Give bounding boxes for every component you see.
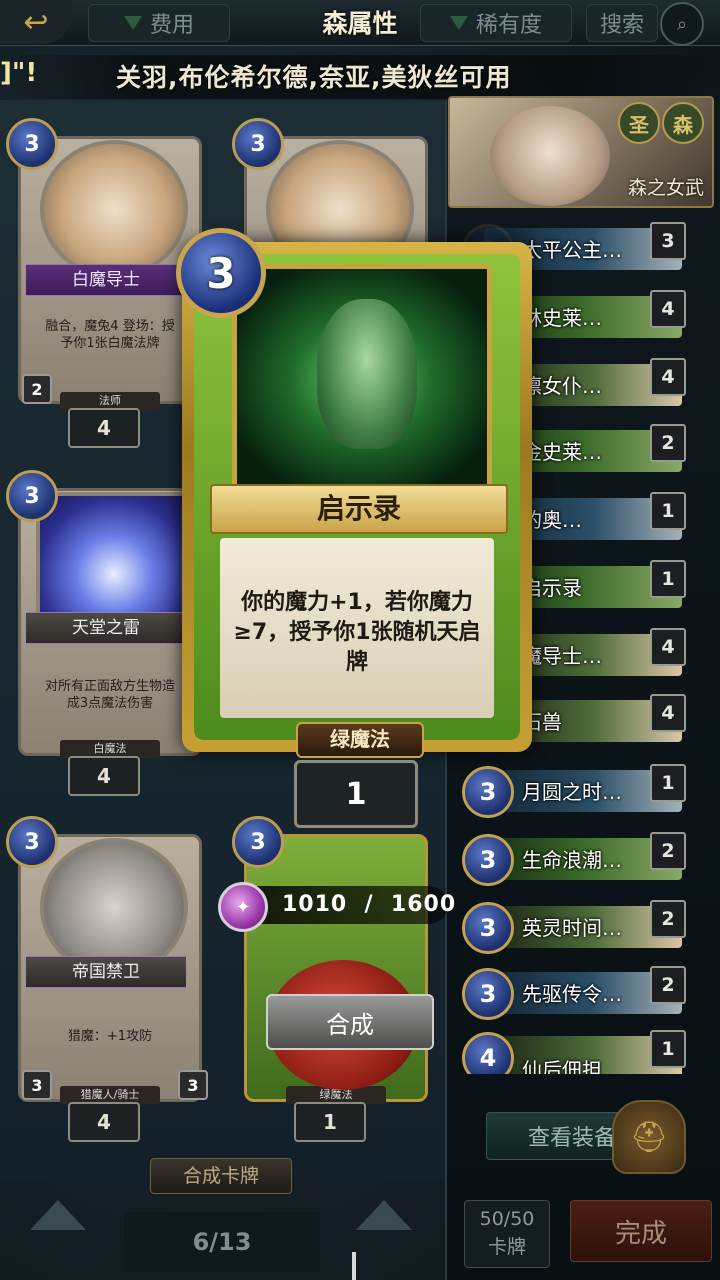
deck-item-count: 2 — [650, 832, 686, 870]
deck-item-cost: 3 — [462, 968, 514, 1020]
deck-item-count: 2 — [650, 900, 686, 938]
card-health: 3 — [178, 1070, 208, 1100]
deck-item[interactable]: 3 生命浪潮… 2 — [462, 832, 686, 886]
card-cost: 3 — [6, 470, 58, 522]
card-owned-count: 4 — [68, 756, 140, 796]
deck-item-count: 3 — [650, 222, 686, 260]
card-imperial-guard[interactable]: 帝国禁卫 猎魔：+1攻防 猎魔人/骑士 3 3 3 — [6, 816, 208, 1106]
search-label: 搜索 — [599, 13, 644, 38]
card-description: 你的魔力+1，若你魔力≥7，授予你1张随机天启牌 — [233, 590, 481, 675]
card-name: 天堂之雷 — [26, 612, 186, 644]
back-button[interactable]: ↩ — [0, 0, 72, 44]
helmet-icon[interactable]: ⛑ — [612, 1100, 686, 1174]
card-cost: 3 — [232, 816, 284, 868]
card-art — [40, 140, 188, 278]
card-text: 融合，魔兔4 登场：授予你1张白魔法牌 — [45, 319, 175, 351]
next-page-icon[interactable] — [356, 1200, 412, 1230]
deck-count-box: 50/50 卡牌 — [464, 1200, 550, 1268]
card-owned-count: 4 — [68, 408, 140, 448]
card-cost: 3 — [6, 816, 58, 868]
card-art — [232, 264, 492, 494]
deck-item-count: 4 — [650, 290, 686, 328]
deck-count: 50/50 — [479, 1208, 535, 1230]
deck-item-count: 2 — [650, 424, 686, 462]
deck-item-cost: 3 — [462, 766, 514, 818]
dust-amount: 1010 / 1600 — [282, 892, 457, 917]
craft-cards-tab[interactable]: 合成卡牌 — [150, 1158, 292, 1194]
search-icon[interactable]: ⌕ — [660, 2, 704, 46]
card-name: 白魔导士 — [26, 264, 186, 296]
deck-item-count: 4 — [650, 694, 686, 732]
deck-item-name: 月圆之时… — [522, 780, 622, 804]
card-name: 帝国禁卫 — [26, 956, 186, 988]
deck-item[interactable]: 3 先驱传令… 2 — [462, 966, 686, 1020]
card-attack: 2 — [22, 374, 52, 404]
cost-filter-label: 费用 — [149, 13, 194, 38]
deck-item[interactable]: 3 月圆之时… 1 — [462, 764, 686, 818]
card-text: 对所有正面敌方生物造成3点魔法伤害 — [44, 679, 175, 711]
deck-item-count: 1 — [650, 1030, 686, 1068]
deck-item-name: 仙后佃担 — [522, 1058, 602, 1074]
dust-gem-icon: ✦ — [218, 882, 268, 932]
card-text: 猎魔：+1攻防 — [67, 1029, 153, 1044]
top-bar: ↩ 费用 森属性 稀有度 搜索 ⌕ — [0, 0, 720, 46]
dropdown-triangle-icon — [449, 16, 468, 30]
deck-item-count: 4 — [650, 628, 686, 666]
card-attack: 3 — [22, 1070, 52, 1100]
deck-item[interactable]: 3 英灵时间… 2 — [462, 900, 686, 954]
search-button[interactable]: 搜索 — [586, 4, 658, 42]
page-indicator: 6/13 — [124, 1212, 320, 1272]
card-owned-count: 1 — [294, 760, 418, 828]
card-name: 启示录 — [210, 484, 508, 534]
back-arrow-icon: ↩ — [23, 4, 49, 40]
card-heaven-thunder[interactable]: 天堂之雷 对所有正面敌方生物造成3点魔法伤害 白魔法 3 — [6, 470, 202, 760]
hero-name: 森之女武 — [627, 177, 704, 199]
element-forest-icon: 森 — [662, 102, 704, 144]
prev-page-icon[interactable] — [30, 1200, 86, 1230]
notice-prefix: ]"! — [0, 58, 38, 88]
card-white-mage[interactable]: 白魔导士 融合，魔兔4 登场：授予你1张白魔法牌 法师 2 3 — [6, 118, 202, 410]
deck-item[interactable]: 4 仙后佃担 1 — [462, 1030, 686, 1074]
card-art — [36, 492, 192, 630]
deck-item-count: 1 — [650, 492, 686, 530]
done-button[interactable]: 完成 — [570, 1200, 712, 1262]
hero-portrait[interactable]: 圣 森 森之女武 — [448, 96, 714, 208]
card-type: 绿魔法 — [296, 722, 424, 758]
deck-item-name: 先驱传令… — [522, 982, 622, 1006]
deck-item-cost: 3 — [462, 902, 514, 954]
card-detail-apocalypse[interactable]: 启示录 你的魔力+1，若你魔力≥7，授予你1张随机天启牌 绿魔法 3 — [176, 228, 538, 758]
deck-item-count: 4 — [650, 358, 686, 396]
craft-button[interactable]: 合成 — [266, 994, 434, 1050]
notice-text: 关羽,布伦希尔德,奈亚,美狄丝可用 — [116, 63, 512, 92]
deck-item-cost: 3 — [462, 834, 514, 886]
card-owned-count: 1 — [294, 1102, 366, 1142]
deck-item-name: 英灵时间… — [522, 916, 622, 940]
deck-item-count: 2 — [650, 966, 686, 1004]
rarity-filter-button[interactable]: 稀有度 — [420, 4, 572, 42]
element-holy-icon: 圣 — [618, 102, 660, 144]
deck-count-unit: 卡牌 — [487, 1236, 526, 1258]
hero-face — [490, 106, 610, 206]
bottom-divider — [352, 1252, 356, 1280]
card-cost: 3 — [176, 228, 266, 318]
card-owned-count: 4 — [68, 1102, 140, 1142]
cost-filter-button[interactable]: 费用 — [88, 4, 230, 42]
deck-item-count: 1 — [650, 764, 686, 802]
card-art-face — [317, 299, 417, 449]
deck-item-name: 生命浪潮… — [522, 848, 622, 872]
dropdown-triangle-icon — [123, 16, 142, 30]
card-cost: 3 — [232, 118, 284, 170]
deck-item-count: 1 — [650, 560, 686, 598]
card-cost: 3 — [6, 118, 58, 170]
rarity-filter-label: 稀有度 — [475, 13, 542, 38]
